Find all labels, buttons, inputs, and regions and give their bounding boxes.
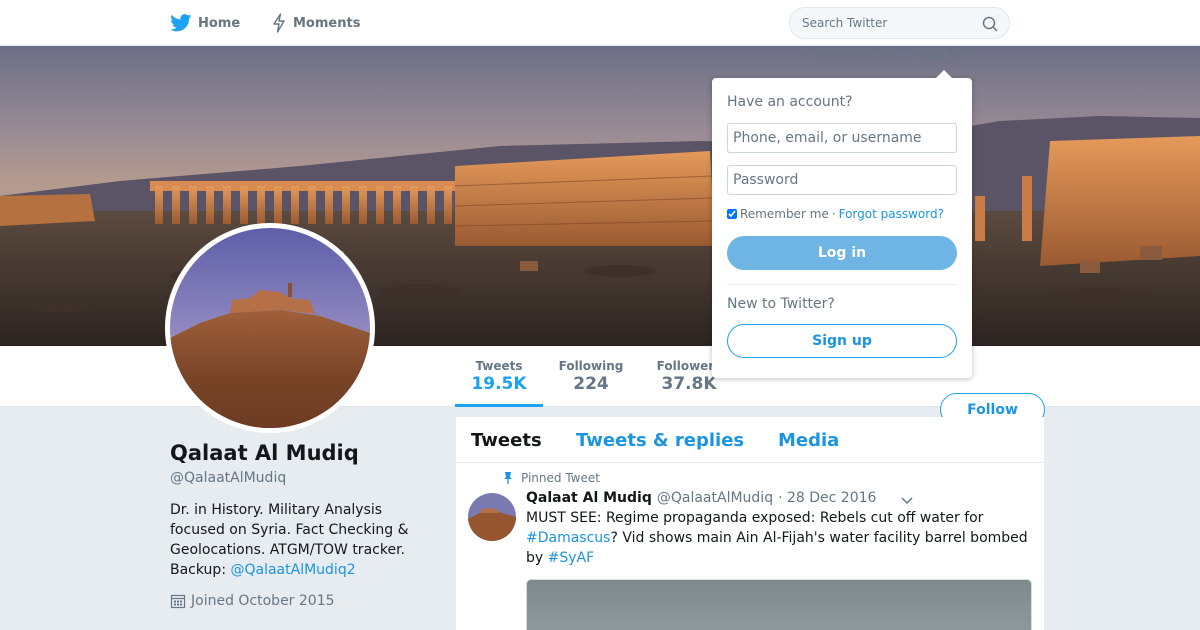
remember-checkbox[interactable] xyxy=(727,209,737,219)
top-nav: Home Moments xyxy=(0,0,1200,46)
signup-button[interactable]: Sign up xyxy=(727,324,957,358)
stat-value: 19.5K xyxy=(471,374,527,394)
profile-bio-link[interactable]: @QalaatAlMudiq2 xyxy=(230,562,355,578)
login-hint-link[interactable]: Log in xyxy=(918,46,963,61)
tab-tweets-replies[interactable]: Tweets & replies xyxy=(576,430,744,451)
pin-icon xyxy=(504,472,512,484)
lightning-icon xyxy=(273,13,285,33)
tweet-media[interactable] xyxy=(526,579,1032,630)
tweet-author-handle[interactable]: @QalaatAlMudiq xyxy=(657,490,773,506)
nav-moments-label: Moments xyxy=(293,15,361,31)
tweet-author-name[interactable]: Qalaat Al Mudiq xyxy=(526,490,652,506)
nav-moments[interactable]: Moments xyxy=(271,0,360,46)
login-button[interactable]: Log in xyxy=(727,236,957,270)
hashtag-link[interactable]: #SyAF xyxy=(548,550,595,566)
remember-row: Remember me · Forgot password? xyxy=(727,207,944,221)
timeline: Tweets Tweets & replies Media Pinned Twe… xyxy=(456,417,1044,630)
password-field[interactable] xyxy=(727,165,957,195)
tweet-text: MUST SEE: Regime propaganda exposed: Reb… xyxy=(526,508,1034,568)
tab-media[interactable]: Media xyxy=(778,430,839,451)
nav-home-label: Home xyxy=(198,15,241,31)
separator-dot: · xyxy=(831,207,836,221)
nav-home[interactable]: Home xyxy=(170,0,240,46)
calendar-icon xyxy=(170,594,186,609)
forgot-password-link[interactable]: Forgot password? xyxy=(839,207,944,221)
username-field[interactable] xyxy=(727,123,957,153)
pinned-indicator: Pinned Tweet xyxy=(503,471,600,485)
tab-tweets[interactable]: Tweets xyxy=(471,430,542,451)
stat-label: Following xyxy=(558,359,624,373)
avatar[interactable] xyxy=(165,223,375,433)
login-dropdown: Have an account? Remember me · Forgot pa… xyxy=(712,70,972,378)
divider xyxy=(727,284,957,285)
profile-bio: Dr. in History. Military Analysis focuse… xyxy=(170,500,440,580)
profile-joined: Joined October 2015 xyxy=(170,593,335,609)
stat-following[interactable]: Following 224 xyxy=(553,346,629,407)
new-to-twitter-label: New to Twitter? xyxy=(727,296,835,312)
remember-label: Remember me xyxy=(740,207,829,221)
profile-name: Qalaat Al Mudiq xyxy=(170,441,359,465)
search-input[interactable] xyxy=(790,16,970,30)
stat-tweets[interactable]: Tweets 19.5K xyxy=(455,346,543,407)
tweet-date[interactable]: · 28 Dec 2016 xyxy=(778,490,876,506)
twitter-bird-icon xyxy=(170,14,192,32)
login-hint-text: Have an account? xyxy=(805,46,913,60)
profile-joined-text: Joined October 2015 xyxy=(191,593,335,609)
stat-label: Tweets xyxy=(475,359,523,373)
tweet-text-part: MUST SEE: Regime propaganda exposed: Reb… xyxy=(526,510,984,526)
stat-value: 224 xyxy=(573,374,609,394)
pinned-label: Pinned Tweet xyxy=(521,471,600,485)
tweet-avatar[interactable] xyxy=(468,493,516,541)
tweet-header: Qalaat Al Mudiq @QalaatAlMudiq · 28 Dec … xyxy=(526,490,876,506)
login-dropdown-title: Have an account? xyxy=(727,94,853,110)
profile-handle: @QalaatAlMudiq xyxy=(170,470,287,486)
timeline-tabs: Tweets Tweets & replies Media xyxy=(456,417,1044,463)
search-box[interactable] xyxy=(789,7,1010,39)
chevron-down-icon[interactable] xyxy=(901,497,913,505)
search-icon[interactable] xyxy=(982,16,998,32)
caret-down-icon[interactable] xyxy=(965,51,974,55)
login-hint: Have an account? Log in xyxy=(805,45,974,61)
hashtag-link[interactable]: #Damascus xyxy=(526,530,610,546)
